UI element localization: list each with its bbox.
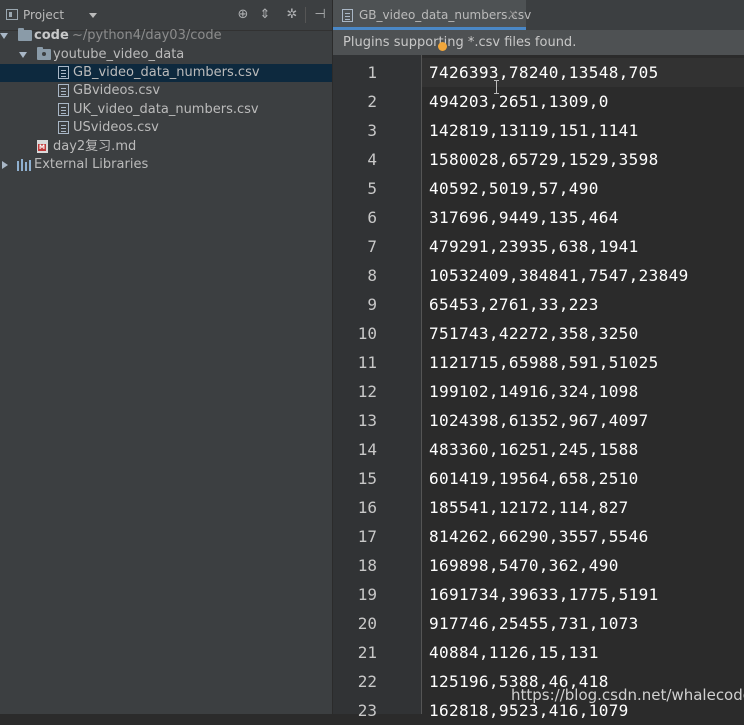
code-line[interactable]: 1024398,61352,967,4097 xyxy=(429,406,649,435)
tab-label: GB_video_data_numbers.csv xyxy=(359,8,532,22)
code-line[interactable]: 317696,9449,135,464 xyxy=(429,203,619,232)
code-line[interactable]: 10532409,384841,7547,23849 xyxy=(429,261,689,290)
line-number: 19 xyxy=(357,585,377,604)
code-line[interactable]: 40884,1126,15,131 xyxy=(429,638,599,667)
tree-item-md-file[interactable]: day2复习.md xyxy=(0,138,332,156)
line-number: 14 xyxy=(357,440,377,459)
line-number: 3 xyxy=(367,121,377,140)
expand-arrow-icon[interactable] xyxy=(19,52,27,58)
tree-root-path: ~/python4/day03/code xyxy=(72,28,222,43)
line-number: 5 xyxy=(367,179,377,198)
close-icon[interactable]: × xyxy=(508,7,518,21)
tree-folder-label: youtube_video_data xyxy=(53,47,185,62)
editor-tab-bar: GB_video_data_numbers.csv × xyxy=(333,0,744,31)
line-number: 22 xyxy=(357,672,377,691)
code-line[interactable]: 142819,13119,151,1141 xyxy=(429,116,639,145)
code-line[interactable]: 814262,66290,3557,5546 xyxy=(429,522,649,551)
csv-file-icon xyxy=(58,121,69,134)
project-view-label[interactable]: Project xyxy=(23,8,64,22)
csv-file-icon xyxy=(58,84,69,97)
code-line[interactable]: 494203,2651,1309,0 xyxy=(429,87,609,116)
tree-item-file[interactable]: GB_video_data_numbers.csv xyxy=(0,64,332,82)
tree-item-file[interactable]: USvideos.csv xyxy=(0,119,332,137)
gear-icon[interactable]: ✲ xyxy=(284,7,300,23)
code-line[interactable]: 7426393,78240,13548,705 xyxy=(429,58,659,87)
code-line[interactable]: 917746,25455,731,1073 xyxy=(429,609,639,638)
code-line[interactable]: 601419,19564,658,2510 xyxy=(429,464,639,493)
line-number: 12 xyxy=(357,382,377,401)
project-panel: Project ⊕ ⇕ ✲ ⊣ code ~/python4/day03/cod… xyxy=(0,0,332,714)
line-number: 7 xyxy=(367,237,377,256)
tree-item-root[interactable]: code ~/python4/day03/code xyxy=(0,27,332,45)
line-number: 2 xyxy=(367,92,377,111)
toolbar-divider xyxy=(305,7,306,23)
code-line[interactable]: 185541,12172,114,827 xyxy=(429,493,629,522)
plugin-notice-text: Plugins supporting *.csv files found. xyxy=(343,35,577,50)
tree-file-label: GB_video_data_numbers.csv xyxy=(73,65,260,80)
tree-md-label: day2复习.md xyxy=(53,139,137,154)
line-number: 1 xyxy=(367,63,377,82)
csv-file-icon xyxy=(342,9,353,22)
tree-item-file[interactable]: GBvideos.csv xyxy=(0,82,332,100)
line-number: 13 xyxy=(357,411,377,430)
editor: GB_video_data_numbers.csv × Plugins supp… xyxy=(333,0,744,720)
gutter-divider xyxy=(421,55,422,714)
chevron-down-icon[interactable] xyxy=(89,13,97,18)
line-number: 21 xyxy=(357,643,377,662)
tree-file-label: GBvideos.csv xyxy=(73,83,161,98)
code-line[interactable]: 169898,5470,362,490 xyxy=(429,551,619,580)
folder-icon xyxy=(37,47,51,60)
code-line[interactable]: 1121715,65988,591,51025 xyxy=(429,348,659,377)
code-line[interactable]: 1691734,39633,1775,5191 xyxy=(429,580,659,609)
watermark: https://blog.csdn.net/whalecode xyxy=(511,686,744,704)
tree-file-label: USvideos.csv xyxy=(73,120,159,135)
expand-arrow-icon[interactable] xyxy=(0,33,8,39)
line-number: 16 xyxy=(357,498,377,517)
code-line[interactable]: 751743,42272,358,3250 xyxy=(429,319,639,348)
markdown-file-icon xyxy=(37,140,48,153)
expand-arrow-icon[interactable] xyxy=(2,161,8,169)
csv-file-icon xyxy=(58,103,69,116)
locate-icon[interactable]: ⊕ xyxy=(235,7,251,23)
code-line[interactable]: 483360,16251,245,1588 xyxy=(429,435,639,464)
tree-item-file[interactable]: UK_video_data_numbers.csv xyxy=(0,101,332,119)
collapse-icon[interactable]: ⇕ xyxy=(257,7,273,23)
folder-icon xyxy=(18,28,32,41)
library-icon xyxy=(17,159,33,171)
code-line[interactable]: 1580028,65729,1529,3598 xyxy=(429,145,659,174)
line-number: 15 xyxy=(357,469,377,488)
csv-file-icon xyxy=(58,66,69,79)
hide-icon[interactable]: ⊣ xyxy=(312,7,328,23)
line-number: 20 xyxy=(357,614,377,633)
line-number: 9 xyxy=(367,295,377,314)
tree-item-folder[interactable]: youtube_video_data xyxy=(0,46,332,64)
line-number: 8 xyxy=(367,266,377,285)
line-number: 4 xyxy=(367,150,377,169)
line-number: 10 xyxy=(357,324,377,343)
code-line[interactable]: 479291,23935,638,1941 xyxy=(429,232,639,261)
code-line[interactable]: 199102,14916,324,1098 xyxy=(429,377,639,406)
line-number: 18 xyxy=(357,556,377,575)
line-number: 6 xyxy=(367,208,377,227)
tree-file-label: UK_video_data_numbers.csv xyxy=(73,102,259,117)
project-view-icon xyxy=(6,9,18,20)
lightbulb-icon[interactable] xyxy=(438,42,447,51)
tree-root-label: code xyxy=(34,28,69,43)
tree-item-external-libraries[interactable]: External Libraries xyxy=(0,156,332,174)
plugin-notice-bar: Plugins supporting *.csv files found. xyxy=(333,30,744,55)
tab-gb-video-data-numbers[interactable]: GB_video_data_numbers.csv × xyxy=(333,0,531,30)
code-line[interactable]: 40592,5019,57,490 xyxy=(429,174,599,203)
line-number: 17 xyxy=(357,527,377,546)
line-number: 11 xyxy=(357,353,377,372)
code-line[interactable]: 65453,2761,33,223 xyxy=(429,290,599,319)
tree-external-label: External Libraries xyxy=(34,157,149,172)
mouse-cursor-icon xyxy=(494,80,499,94)
line-number: 23 xyxy=(357,701,377,720)
